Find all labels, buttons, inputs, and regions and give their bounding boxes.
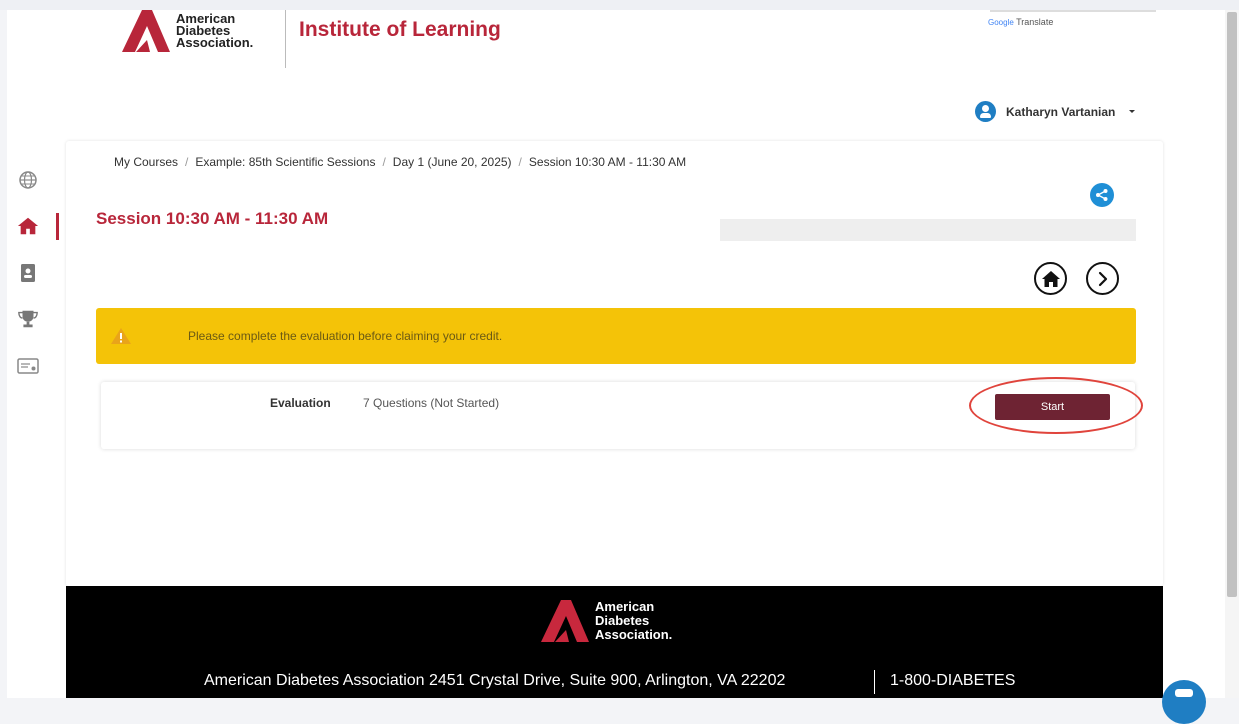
user-name: Katharyn Vartanian (1006, 104, 1116, 119)
footer-phone[interactable]: 1-800-DIABETES (890, 672, 1015, 690)
translate-select[interactable] (990, 10, 1156, 12)
nav-globe[interactable] (17, 169, 39, 191)
contact-book-icon (21, 264, 35, 282)
browser-top-strip (0, 0, 1239, 10)
page-title: Session 10:30 AM - 11:30 AM (96, 209, 329, 228)
home-icon (17, 217, 39, 235)
breadcrumb: My Courses / Example: 85th Scientific Sess… (114, 155, 686, 169)
share-icon (1096, 189, 1108, 201)
nav-contacts[interactable] (17, 262, 39, 284)
breadcrumb-session: Session 10:30 AM - 11:30 AM (528, 155, 687, 169)
evaluation-row: Evaluation 7 Questions (Not Started) Sta… (101, 382, 1135, 449)
breadcrumb-separator: / (382, 155, 386, 169)
institute-title: Institute of Learning (299, 18, 501, 41)
breadcrumb-my-courses[interactable]: My Courses (114, 155, 178, 169)
warning-icon (111, 328, 131, 344)
footer-address: American Diabetes Association 2451 Cryst… (204, 672, 786, 689)
start-evaluation-button[interactable]: Start (995, 394, 1110, 420)
ada-logo-text: American Diabetes Association. (176, 11, 254, 50)
home-button[interactable] (1034, 262, 1067, 295)
ada-logo[interactable]: American Diabetes Association. (122, 10, 253, 52)
footer-ada-logo[interactable]: American Diabetes Association. (541, 600, 672, 642)
header-divider (285, 10, 286, 68)
next-button[interactable] (1086, 262, 1119, 295)
nav-certificates[interactable] (17, 355, 39, 377)
footer-divider (874, 670, 875, 694)
user-avatar-icon (975, 101, 996, 122)
globe-icon (19, 171, 37, 189)
home-icon (1041, 270, 1060, 287)
chat-widget-button[interactable] (1162, 680, 1206, 724)
evaluation-label: Evaluation (270, 396, 331, 410)
certificate-icon (17, 358, 39, 374)
user-menu[interactable]: Katharyn Vartanian (975, 101, 1136, 122)
breadcrumb-separator: / (518, 155, 522, 169)
scrollbar-thumb[interactable] (1227, 12, 1237, 597)
ada-logo-mark-icon (122, 10, 170, 52)
share-button[interactable] (1090, 183, 1114, 207)
evaluation-status: 7 Questions (Not Started) (363, 396, 500, 410)
breadcrumb-separator: / (185, 155, 189, 169)
caret-down-icon (1129, 110, 1136, 113)
nav-achievements[interactable] (17, 308, 39, 330)
progress-bar (720, 219, 1136, 241)
breadcrumb-course[interactable]: Example: 85th Scientific Sessions (195, 155, 375, 169)
google-translate-label[interactable]: Google Translate (988, 17, 1053, 27)
ada-logo-mark-icon (541, 600, 589, 642)
footer-logo-text: American Diabetes Association. (595, 599, 673, 642)
nav-home[interactable] (17, 215, 39, 237)
trophy-icon (18, 310, 38, 328)
footer: American Diabetes Association. American … (66, 586, 1163, 698)
breadcrumb-day[interactable]: Day 1 (June 20, 2025) (393, 155, 512, 169)
nav-active-indicator (56, 213, 59, 240)
evaluation-alert: Please complete the evaluation before cl… (96, 308, 1136, 364)
alert-message: Please complete the evaluation before cl… (188, 329, 503, 343)
chevron-right-icon (1098, 271, 1107, 286)
